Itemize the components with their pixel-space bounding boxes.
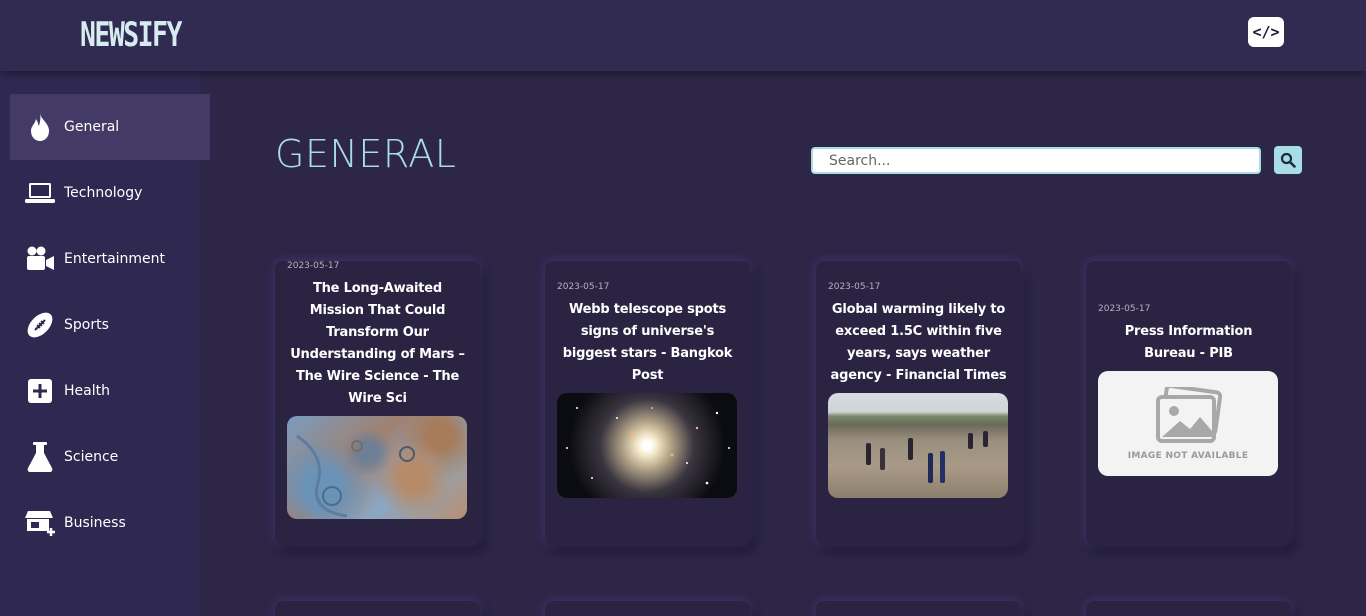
news-card[interactable] [1086, 601, 1291, 616]
plus-square-icon [24, 375, 56, 407]
search-icon [1280, 152, 1296, 168]
sidebar-item-label: General [64, 119, 120, 135]
sidebar: General Technology Entertainment Sports … [0, 71, 210, 616]
news-card[interactable]: 2023-05-17 The Long-Awaited Mission That… [275, 261, 480, 545]
sidebar-item-entertainment[interactable]: Entertainment [10, 226, 210, 292]
image-placeholder-icon [1156, 386, 1222, 443]
card-date: 2023-05-17 [828, 282, 881, 292]
card-date: 2023-05-17 [1098, 304, 1151, 314]
card-title[interactable]: Global warming likely to exceed 1.5C wit… [828, 299, 1009, 387]
sidebar-item-technology[interactable]: Technology [10, 160, 210, 226]
sidebar-item-label: Sports [64, 317, 109, 333]
news-card[interactable]: 2023-05-17 Webb telescope spots signs of… [545, 261, 750, 545]
card-title[interactable]: The Long-Awaited Mission That Could Tran… [287, 278, 468, 410]
sidebar-item-health[interactable]: Health [10, 358, 210, 424]
shop-icon [24, 507, 56, 539]
image-unavailable-label: IMAGE NOT AVAILABLE [1127, 450, 1249, 461]
sidebar-item-label: Entertainment [64, 251, 166, 267]
news-card[interactable]: 2023-05-17 Global warming likely to exce… [816, 261, 1021, 545]
news-card[interactable] [816, 601, 1021, 616]
card-image [828, 393, 1008, 498]
card-title[interactable]: Press Information Bureau - PIB [1098, 321, 1279, 365]
sidebar-item-label: Health [64, 383, 110, 399]
source-code-button[interactable]: </> [1248, 17, 1284, 47]
card-title[interactable]: Webb telescope spots signs of universe's… [557, 299, 738, 387]
news-card[interactable]: 2023-05-17 Press Information Bureau - PI… [1086, 261, 1291, 545]
search-input[interactable] [811, 147, 1261, 174]
news-card[interactable] [545, 601, 750, 616]
code-icon: </> [1252, 23, 1280, 41]
sidebar-item-label: Business [64, 515, 126, 531]
card-image [287, 416, 467, 519]
laptop-icon [24, 177, 56, 209]
page-title: GENERAL [275, 132, 457, 176]
video-camera-icon [24, 243, 56, 275]
football-icon [24, 309, 56, 341]
search-button[interactable] [1274, 146, 1302, 174]
sidebar-item-label: Science [64, 449, 119, 465]
card-date: 2023-05-17 [557, 282, 610, 292]
sidebar-item-sports[interactable]: Sports [10, 292, 210, 358]
sidebar-item-label: Technology [64, 185, 143, 201]
flame-icon [24, 111, 56, 143]
sidebar-item-general[interactable]: General [10, 94, 210, 160]
sidebar-item-science[interactable]: Science [10, 424, 210, 490]
app-logo[interactable]: NEWSIFY [80, 13, 182, 57]
card-image [557, 393, 737, 498]
card-date: 2023-05-17 [287, 261, 340, 271]
top-bar: NEWSIFY </> [0, 0, 1366, 71]
sidebar-item-business[interactable]: Business [10, 490, 210, 556]
news-card[interactable] [275, 601, 480, 616]
flask-icon [24, 441, 56, 473]
card-image: IMAGE NOT AVAILABLE [1098, 371, 1278, 476]
